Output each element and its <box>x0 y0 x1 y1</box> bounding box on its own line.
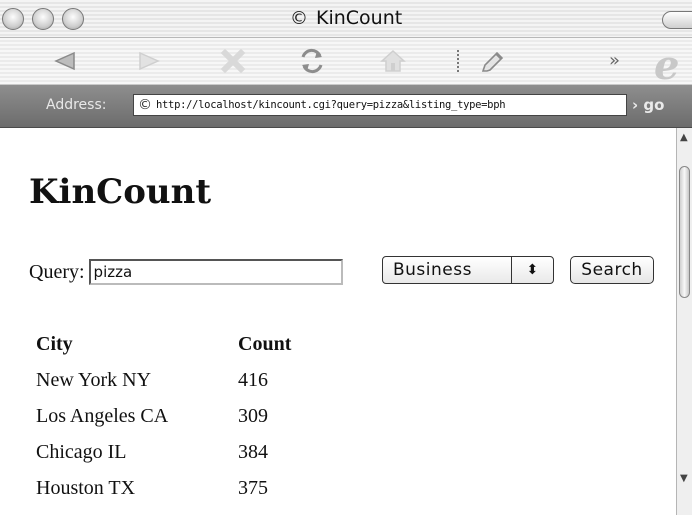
page-content: KinCount Query: Business ⬍ Search City C… <box>0 128 676 515</box>
scrollbar-thumb[interactable] <box>679 166 690 298</box>
count-cell: 375 <box>238 476 268 499</box>
forward-button[interactable] <box>130 45 170 77</box>
city-cell: Los Angeles CA <box>36 404 169 427</box>
query-label: Query: <box>29 260 85 283</box>
scroll-down-icon[interactable]: ▼ <box>680 473 688 484</box>
scroll-up-icon[interactable]: ▲ <box>680 132 688 143</box>
select-arrows-icon: ⬍ <box>526 262 539 278</box>
autofill-icon <box>481 51 504 72</box>
city-cell: New York NY <box>36 368 152 391</box>
browser-toolbar: » e <box>0 38 692 89</box>
back-button[interactable] <box>44 45 84 77</box>
table-row: Chicago IL 384 <box>36 434 291 470</box>
minimize-window-button[interactable] <box>32 8 54 30</box>
count-cell: 416 <box>238 368 268 391</box>
table-row: Houston TX 375 <box>36 470 291 506</box>
column-header-city: City <box>36 332 73 355</box>
title-bar: © KinCount <box>0 0 692 38</box>
home-icon <box>380 49 406 72</box>
forward-icon <box>139 51 160 71</box>
toolbar-toggle-button[interactable] <box>662 11 692 29</box>
table-header-row: City Count <box>36 326 291 362</box>
vertical-scrollbar[interactable]: ▲ ▼ <box>676 128 692 515</box>
address-label: Address: <box>46 97 107 113</box>
table-row: Los Angeles CA 309 <box>36 398 291 434</box>
zoom-window-button[interactable] <box>62 8 84 30</box>
window-title-text: KinCount <box>316 7 403 29</box>
autofill-button[interactable] <box>474 45 514 77</box>
toolbar-overflow-button[interactable]: » <box>609 50 620 71</box>
back-icon <box>54 51 75 71</box>
listing-type-select[interactable]: Business ⬍ <box>382 256 554 284</box>
table-row: New York NY 416 <box>36 362 291 398</box>
query-input[interactable] <box>88 259 343 285</box>
refresh-button[interactable] <box>292 45 332 77</box>
search-button[interactable]: Search <box>570 256 654 284</box>
browser-logo: e <box>654 42 680 89</box>
column-header-count: Count <box>238 332 292 355</box>
address-field[interactable]: © http://localhost/kincount.cgi?query=pi… <box>133 94 627 116</box>
site-icon: © <box>138 97 152 113</box>
city-cell: Chicago IL <box>36 440 127 463</box>
results-table: City Count New York NY 416 Los Angeles C… <box>36 326 291 506</box>
address-url[interactable]: http://localhost/kincount.cgi?query=pizz… <box>156 99 505 111</box>
home-button[interactable] <box>373 45 413 77</box>
toolbar-separator <box>457 50 459 72</box>
query-form: Query: <box>29 257 343 287</box>
count-cell: 309 <box>238 404 268 427</box>
listing-type-value: Business <box>393 260 472 280</box>
page-icon: © <box>290 7 308 29</box>
window-title: © KinCount <box>290 6 402 30</box>
close-window-button[interactable] <box>2 8 24 30</box>
count-cell: 384 <box>238 440 268 463</box>
stop-icon <box>220 49 246 73</box>
page-heading: KinCount <box>29 172 212 212</box>
go-button[interactable]: › go <box>632 96 664 114</box>
refresh-icon <box>301 48 323 74</box>
address-bar: Address: © http://localhost/kincount.cgi… <box>0 85 692 128</box>
stop-button[interactable] <box>213 45 253 77</box>
city-cell: Houston TX <box>36 476 136 499</box>
